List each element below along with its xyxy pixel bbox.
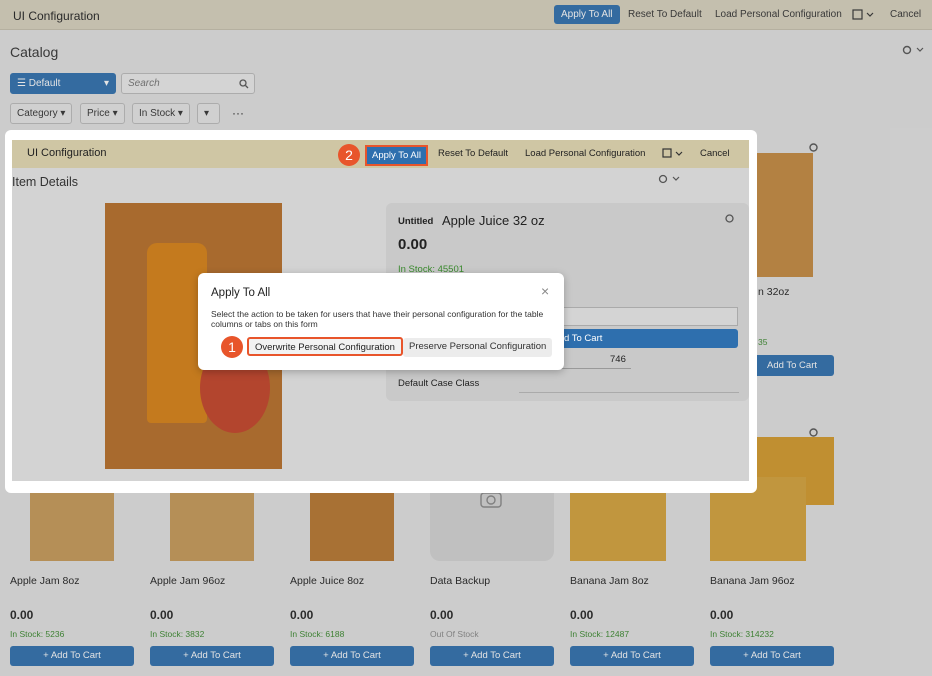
step-badge-1: 1 — [221, 336, 243, 358]
step-badge-2: 2 — [338, 144, 360, 166]
modal-reset-default-button[interactable]: Reset To Default — [438, 148, 508, 159]
apply-to-all-dialog: Apply To All × Select the action to be t… — [198, 273, 564, 370]
modal-apply-to-all-button[interactable]: Apply To All — [365, 145, 428, 166]
settings-gear-icon[interactable] — [724, 213, 735, 224]
settings-gear-icon[interactable] — [658, 173, 682, 185]
field-divider — [519, 392, 739, 393]
dialog-title: Apply To All — [211, 287, 271, 299]
item-price: 0.00 — [398, 236, 428, 253]
item-details-title: Item Details — [12, 175, 78, 189]
item-name: Apple Juice 32 oz — [442, 213, 545, 228]
overwrite-personal-config-button[interactable]: Overwrite Personal Configuration — [247, 337, 403, 356]
item-add-to-cart-button[interactable]: d To Cart — [560, 329, 738, 348]
quantity-input[interactable] — [548, 307, 738, 326]
default-case-class-label: Default Case Class — [398, 378, 480, 389]
modal-load-personal-button[interactable]: Load Personal Configuration — [525, 148, 645, 159]
quantity-value: 746 — [610, 354, 626, 365]
modal-toolbar-title: UI Configuration — [27, 147, 107, 159]
item-prefix: Untitled — [398, 216, 434, 227]
preserve-personal-config-button[interactable]: Preserve Personal Configuration — [403, 338, 553, 357]
modal-cancel-button[interactable]: Cancel — [700, 148, 730, 159]
dialog-message: Select the action to be taken for users … — [211, 309, 544, 329]
note-icon[interactable] — [662, 148, 684, 160]
close-icon[interactable]: × — [541, 283, 549, 299]
